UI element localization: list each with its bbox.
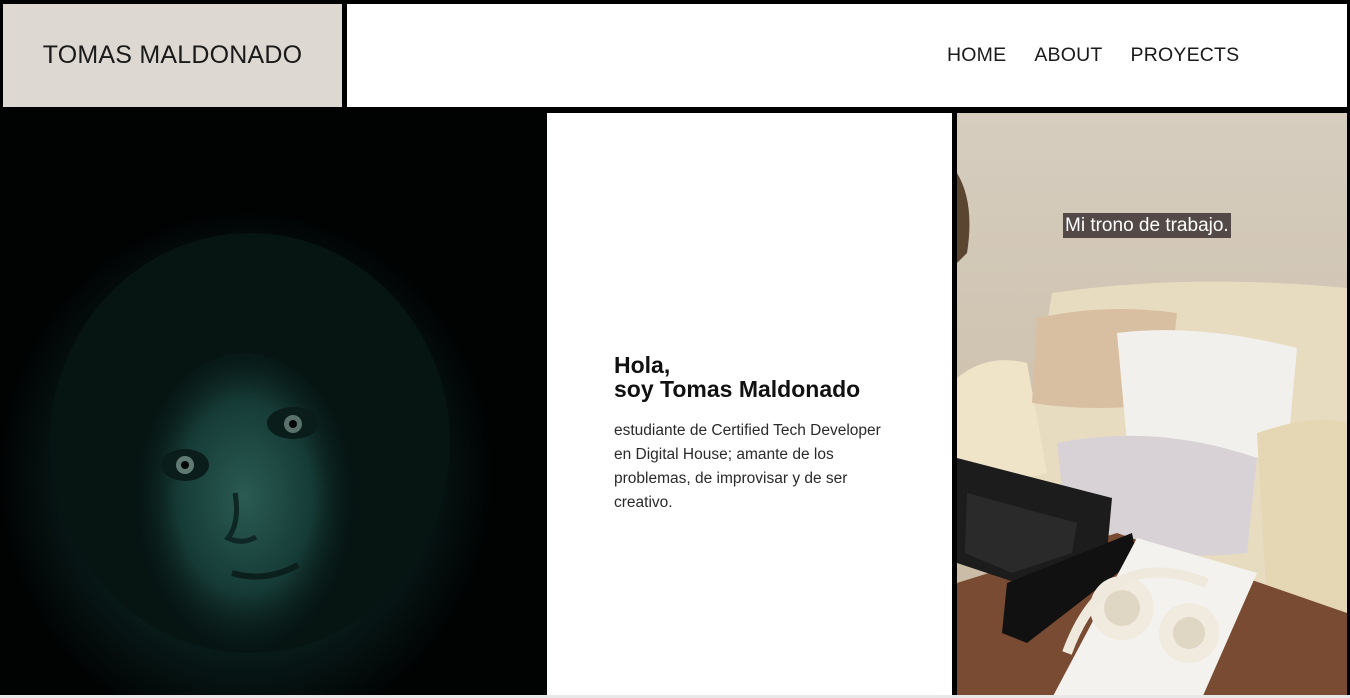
site-header: TOMAS MALDONADO HOME ABOUT PROYECTS [0, 0, 1350, 111]
main-nav: HOME ABOUT PROYECTS [947, 4, 1239, 107]
workspace-photo: Mi trono de trabajo. [957, 113, 1347, 698]
photo-caption: Mi trono de trabajo. [1063, 213, 1231, 238]
nav-link-home[interactable]: HOME [947, 44, 1006, 67]
intro-block: Hola, soy Tomas Maldonado estudiante de … [614, 353, 894, 515]
nav-link-proyects[interactable]: PROYECTS [1131, 44, 1240, 67]
nav-bar: HOME ABOUT PROYECTS [347, 4, 1347, 107]
intro-description: estudiante de Certified Tech Developer e… [614, 422, 881, 511]
greeting-line-1: Hola, [614, 352, 671, 378]
intro-heading: Hola, soy Tomas Maldonado [614, 353, 894, 401]
nav-link-about[interactable]: ABOUT [1034, 44, 1102, 67]
greeting-line-2: soy Tomas Maldonado [614, 376, 861, 402]
workspace-image [957, 113, 1347, 698]
brand-box[interactable]: TOMAS MALDONADO [3, 4, 342, 107]
brand-name[interactable]: TOMAS MALDONADO [43, 41, 303, 70]
portrait-photo [0, 113, 546, 698]
portrait-image [0, 113, 546, 698]
intro-panel: Hola, soy Tomas Maldonado estudiante de … [547, 113, 952, 698]
